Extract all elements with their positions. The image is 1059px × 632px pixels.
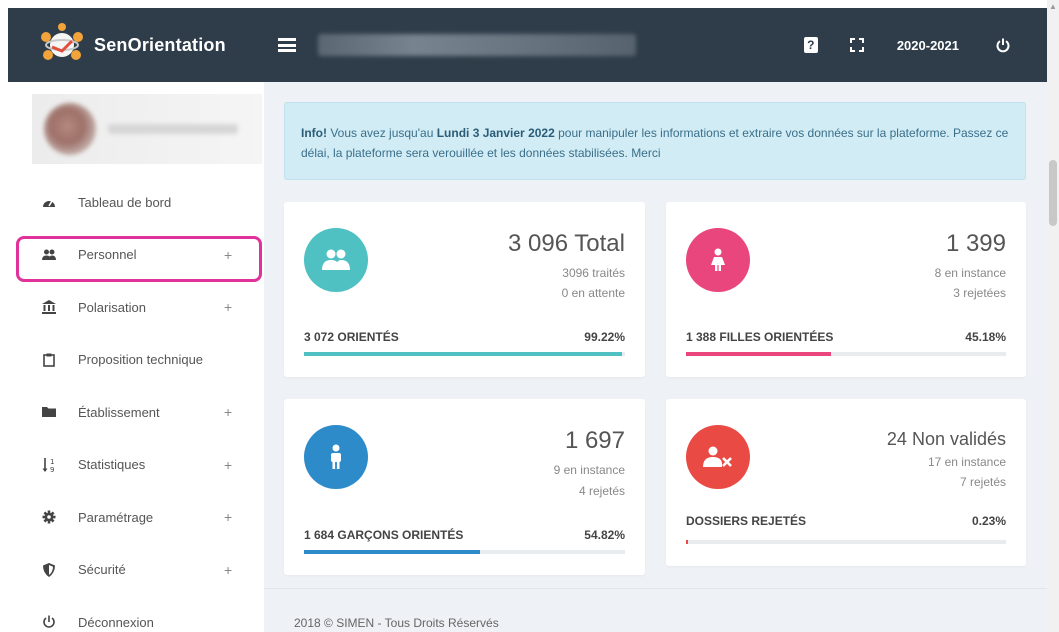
sidebar-item-label: Polarisation: [78, 299, 146, 315]
card-garcons-progress: [304, 550, 625, 554]
card-total-line1: 3096 traités: [562, 266, 625, 280]
scroll-up-arrow-icon[interactable]: ▲: [1047, 0, 1059, 14]
help-icon[interactable]: ?: [803, 37, 818, 53]
card-rejetes-label: DOSSIERS REJETÉS: [686, 514, 807, 528]
power-icon: [42, 615, 56, 629]
card-filles-percent: 45.18%: [965, 330, 1006, 344]
card-total-line2: 0 en attente: [561, 286, 625, 300]
sidebar-item-securite[interactable]: Sécurité +: [8, 544, 264, 597]
card-rejetes-line1: 17 en instance: [927, 455, 1006, 469]
card-garcons-line1: 9 en instance: [553, 463, 625, 477]
expand-icon[interactable]: +: [224, 299, 232, 315]
sidebar-item-label: Proposition technique: [78, 352, 204, 368]
sidebar-item-proposition-technique[interactable]: Proposition technique: [8, 334, 264, 387]
sidebar-item-tableau-de-bord[interactable]: Tableau de bord: [8, 176, 264, 229]
folder-icon: [42, 405, 56, 419]
scrollbar-thumb[interactable]: [1049, 160, 1057, 226]
svg-text:1: 1: [50, 458, 54, 466]
sidebar-item-label: Établissement: [78, 404, 160, 420]
logo: [32, 21, 92, 69]
sidebar-item-label: Déconnexion: [78, 614, 154, 630]
sidebar-item-label: Personnel: [78, 247, 137, 263]
card-total-progress: [304, 352, 625, 356]
users-icon: [42, 248, 56, 262]
card-filles-line1: 8 en instance: [934, 266, 1006, 280]
card-total: 3 096 Total 3096 traités 0 en attente 3 …: [284, 202, 645, 377]
sidebar-item-polarisation[interactable]: Polarisation +: [8, 281, 264, 334]
card-rejetes-value: 24 Non validés: [886, 429, 1006, 449]
card-rejetes: 24 Non validés 17 en instance 7 rejetés …: [666, 399, 1026, 566]
sidebar-menu: Tableau de bord Personnel + Polarisation…: [8, 176, 264, 632]
expand-icon[interactable]: +: [224, 509, 232, 525]
card-total-percent: 99.22%: [584, 330, 625, 344]
power-icon[interactable]: [995, 37, 1011, 53]
male-icon: [304, 425, 368, 489]
school-year[interactable]: 2020-2021: [897, 38, 959, 53]
svg-text:9: 9: [50, 466, 54, 473]
users-icon: [304, 228, 368, 292]
alert-date: Lundi 3 Janvier 2022: [436, 126, 555, 140]
footer-divider: [264, 588, 1047, 589]
card-garcons: 1 697 9 en instance 4 rejetés 1 684 GARÇ…: [284, 399, 645, 575]
shield-icon: [42, 562, 56, 577]
fullscreen-icon[interactable]: [849, 38, 864, 52]
expand-icon[interactable]: +: [224, 562, 232, 578]
gear-icon: [42, 510, 56, 524]
card-rejetes-progress: [686, 540, 1006, 544]
expand-icon[interactable]: +: [224, 457, 232, 473]
card-rejetes-line2: 7 rejetés: [959, 475, 1006, 489]
user-profile: [32, 94, 262, 164]
card-filles-progress: [686, 352, 1006, 356]
card-total-value: 3 096 Total: [508, 230, 625, 257]
sidebar: Tableau de bord Personnel + Polarisation…: [8, 82, 264, 632]
brand-area: SenOrientation: [8, 8, 264, 82]
card-filles-value: 1 399: [945, 230, 1006, 257]
card-total-label: 3 072 ORIENTÉS: [304, 330, 399, 344]
card-garcons-value: 1 697: [564, 427, 625, 454]
sidebar-item-parametrage[interactable]: Paramétrage +: [8, 491, 264, 544]
sidebar-item-label: Statistiques: [78, 457, 146, 473]
card-filles-line2: 3 rejetées: [953, 286, 1006, 300]
card-garcons-label: 1 684 GARÇONS ORIENTÉS: [304, 528, 464, 542]
card-filles: 1 399 8 en instance 3 rejetées 1 388 FIL…: [666, 202, 1026, 377]
dashboard-icon: [42, 195, 56, 209]
expand-icon[interactable]: +: [224, 247, 232, 263]
sidebar-item-personnel[interactable]: Personnel +: [8, 229, 264, 281]
user-reject-icon: [686, 425, 750, 489]
sort-numeric-icon: 19: [42, 457, 56, 473]
alert-text-1: Vous avez jusqu'au: [327, 126, 437, 140]
avatar: [44, 103, 96, 155]
sidebar-item-label: Sécurité: [78, 562, 126, 578]
sidebar-item-statistiques[interactable]: 19 Statistiques +: [8, 439, 264, 492]
card-filles-label: 1 388 FILLES ORIENTÉES: [686, 330, 834, 344]
sidebar-item-label: Tableau de bord: [78, 194, 172, 210]
alert-prefix: Info!: [301, 126, 327, 140]
card-garcons-line2: 4 rejetés: [578, 484, 625, 498]
info-alert: Info! Vous avez jusqu'au Lundi 3 Janvier…: [284, 102, 1026, 180]
blurred-user-name: [108, 124, 238, 134]
sidebar-item-etablissement[interactable]: Établissement +: [8, 386, 264, 439]
female-icon: [686, 228, 750, 292]
page-scrollbar[interactable]: ▲: [1047, 0, 1059, 632]
bank-icon: [42, 300, 56, 315]
blurred-page-title: [318, 34, 636, 56]
card-rejetes-percent: 0.23%: [971, 514, 1006, 528]
sidebar-item-label: Paramétrage: [78, 509, 154, 525]
main-content: Info! Vous avez jusqu'au Lundi 3 Janvier…: [264, 82, 1047, 632]
footer-text: 2018 © SIMEN - Tous Droits Réservés: [294, 616, 499, 630]
top-navbar: ? 2020-2021: [264, 8, 1047, 82]
clipboard-icon: [42, 353, 56, 367]
brand-name[interactable]: SenOrientation: [94, 35, 226, 56]
card-garcons-percent: 54.82%: [584, 528, 625, 542]
sidebar-item-deconnexion[interactable]: Déconnexion: [8, 596, 264, 632]
hamburger-menu-icon[interactable]: [278, 38, 296, 52]
expand-icon[interactable]: +: [224, 404, 232, 420]
